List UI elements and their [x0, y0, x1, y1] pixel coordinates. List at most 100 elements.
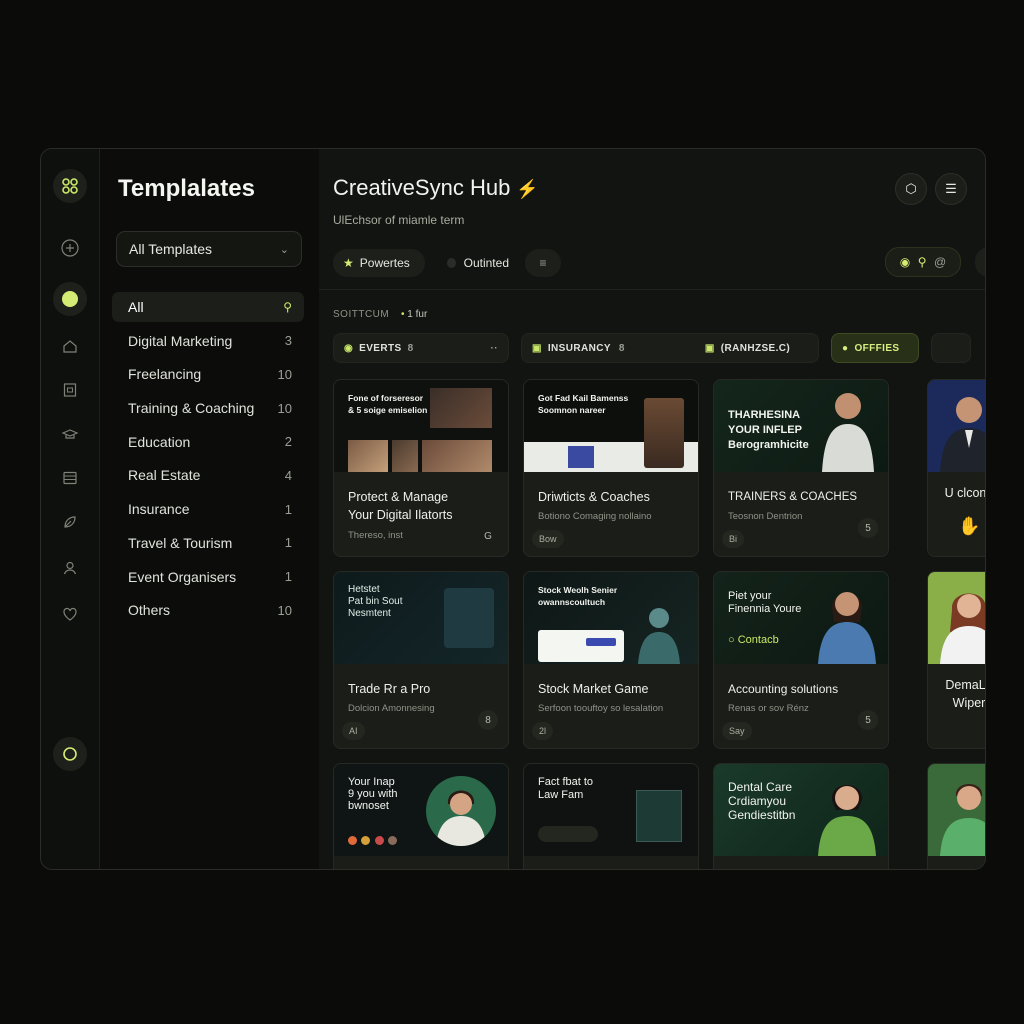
category-item-event-organisers[interactable]: Event Organisers 1 — [112, 562, 304, 592]
template-card[interactable]: DemaLe Wiper — [927, 571, 985, 749]
category-item-freelancing[interactable]: Freelancing 10 — [112, 359, 304, 389]
category-label: Real Estate — [128, 467, 201, 484]
card-meta: Botiono Comaging nollaino — [538, 511, 652, 522]
category-count: 1 — [284, 569, 292, 584]
list-view-button[interactable]: ≡ — [525, 249, 561, 277]
chip-offfies[interactable]: ● OFFFIES — [831, 333, 919, 363]
template-card[interactable]: U clcone ✋ — [927, 379, 986, 557]
card-title: U clcone — [944, 486, 986, 500]
color-dots — [348, 832, 398, 850]
thumb-machine — [644, 398, 684, 468]
sidebar-title: Templalates — [118, 175, 255, 202]
menu-icon[interactable]: ☰ — [935, 173, 967, 205]
users-icon: ●● — [984, 256, 985, 268]
template-card[interactable] — [927, 763, 985, 869]
category-item-all[interactable]: All ⚲ — [112, 292, 304, 322]
basket-icon: ▣ — [704, 342, 715, 354]
category-count: 3 — [284, 333, 292, 349]
category-count: 10 — [277, 366, 292, 382]
template-card[interactable]: Hetstet Pat bin Sout Nesmtent Trade Rr a… — [333, 571, 509, 749]
chevron-down-icon: ⌄ — [279, 243, 289, 256]
template-filter-select[interactable]: All Templates ⌄ — [116, 231, 302, 267]
main-panel: CreativeSync Hub ⚡ UlEchsor of miamle ter… — [319, 149, 985, 869]
template-filter-value: All Templates — [129, 241, 213, 257]
card-thumbnail: Your Inap 9 you with bwnoset — [334, 764, 508, 856]
card-thumbnail — [928, 764, 985, 856]
chip-insurancy[interactable]: ▣ INSURANCY 8 ▣ (RANHZSE.C) — [521, 333, 819, 363]
view-options-group[interactable]: ◉ ⚲ @ — [885, 247, 961, 277]
sort-value[interactable]: • 1 fur — [401, 309, 427, 320]
chip-events-label: EVERTS — [359, 342, 402, 354]
category-label: All — [128, 299, 144, 315]
star-icon: ★ — [343, 256, 354, 270]
profile-dot-icon[interactable] — [53, 737, 87, 771]
category-label: Event Organisers — [128, 568, 237, 585]
category-item-digital-marketing[interactable]: Digital Marketing 3 — [112, 326, 304, 356]
category-item-insurance[interactable]: Insurance 1 — [112, 494, 304, 524]
graduation-icon[interactable] — [53, 417, 87, 451]
card-thumbnail — [928, 380, 985, 472]
card-meta: Serfoon toouftoy so lesalation — [538, 703, 664, 714]
settings-hex-icon[interactable]: ⬡ — [895, 173, 927, 205]
card-meta: Renas or sov Rénz — [728, 703, 809, 714]
templates-dot-icon[interactable] — [53, 282, 87, 316]
template-card[interactable]: Piet your Finennia Youre ○ Contacb Accou… — [713, 571, 889, 749]
templates-sidebar: Templalates All Templates ⌄ All ⚲ Digita… — [100, 149, 319, 869]
card-badge: 5 — [858, 518, 878, 538]
template-card[interactable]: Your Inap 9 you with bwnoset — [333, 763, 509, 869]
category-item-training-coaching[interactable]: Training & Coaching 10 — [112, 393, 304, 423]
chip-ranhzse-label: (RANHZSE.C) — [720, 342, 791, 354]
thumb-screen — [538, 630, 624, 662]
template-card[interactable]: Fone of forseresor & 5 soige emiselion P… — [333, 379, 509, 557]
document-icon[interactable] — [53, 373, 87, 407]
card-tag: AI — [342, 722, 365, 740]
apps-grid-icon[interactable] — [53, 169, 87, 203]
powertes-label: Powertes — [359, 256, 410, 270]
template-card[interactable]: THARHESINA YOUR INFLEP Berogramhicite TR… — [713, 379, 889, 557]
thumb-text: Fact fbat to Law Fam — [538, 776, 594, 801]
card-thumbnail: THARHESINA YOUR INFLEP Berogramhicite — [714, 380, 888, 472]
person-illustration — [818, 785, 876, 856]
contact-link: ○ Contacb — [728, 634, 779, 646]
thumb-text: Fone of forseresor & 5 soige emiselion — [348, 393, 428, 415]
person-illustration — [822, 393, 874, 472]
category-item-education[interactable]: Education 2 — [112, 427, 304, 457]
thumb-text: Stock Weolh Senier owannscoultuch — [538, 585, 618, 607]
template-card[interactable]: Fact fbat to Law Fam — [523, 763, 699, 869]
hand-wave-icon: ✋ — [958, 516, 981, 536]
category-item-others[interactable]: Others 10 — [112, 595, 304, 625]
card-meta: Thereso, inst — [348, 530, 403, 541]
thumb-photo — [422, 440, 492, 472]
template-card[interactable]: Stock Weolh Senier owannscoultuch Stock … — [523, 571, 699, 749]
user-icon[interactable] — [53, 551, 87, 585]
thumb-photo — [430, 388, 492, 428]
card-badge: 5 — [858, 710, 878, 730]
thumb-frame — [636, 790, 682, 842]
users-button[interactable]: ●● — [975, 247, 985, 277]
category-item-travel-tourism[interactable]: Travel & Tourism 1 — [112, 528, 304, 558]
heart-icon[interactable] — [53, 597, 87, 631]
category-label: Digital Marketing — [128, 332, 233, 349]
card-tag: 2l — [532, 722, 554, 740]
category-item-real-estate[interactable]: Real Estate 4 — [112, 460, 304, 490]
list-icon[interactable] — [53, 461, 87, 495]
template-card[interactable]: Dental Care Crdiamyou Gendiestitbn — [713, 763, 889, 869]
category-label: Travel & Tourism — [128, 534, 233, 551]
card-title: TRAINERS & COACHES — [728, 491, 858, 503]
chip-more[interactable] — [931, 333, 971, 363]
outinted-toggle[interactable]: Outinted — [437, 249, 519, 277]
card-thumbnail: Got Fad Kail Bamenss Soomnon nareer — [524, 380, 698, 472]
powertes-button[interactable]: ★ Powertes — [333, 249, 425, 277]
home-icon[interactable] — [53, 329, 87, 363]
chip-events[interactable]: ◉ EVERTS 8 ·· — [333, 333, 509, 363]
leaf-icon[interactable] — [53, 505, 87, 539]
person-illustration — [940, 593, 985, 664]
card-badge: 8 — [478, 710, 498, 730]
card-thumbnail: Stock Weolh Senier owannscoultuch — [524, 572, 698, 664]
thumb-text: Your Inap 9 you with bwnoset — [348, 776, 398, 812]
thumb-text: Got Fad Kail Bamenss Soomnon nareer — [538, 393, 629, 415]
template-card[interactable]: Got Fad Kail Bamenss Soomnon nareer Driw… — [523, 379, 699, 557]
app-window: Templalates All Templates ⌄ All ⚲ Digita… — [40, 148, 986, 870]
add-icon[interactable] — [53, 231, 87, 265]
card-thumbnail: Fact fbat to Law Fam — [524, 764, 698, 856]
